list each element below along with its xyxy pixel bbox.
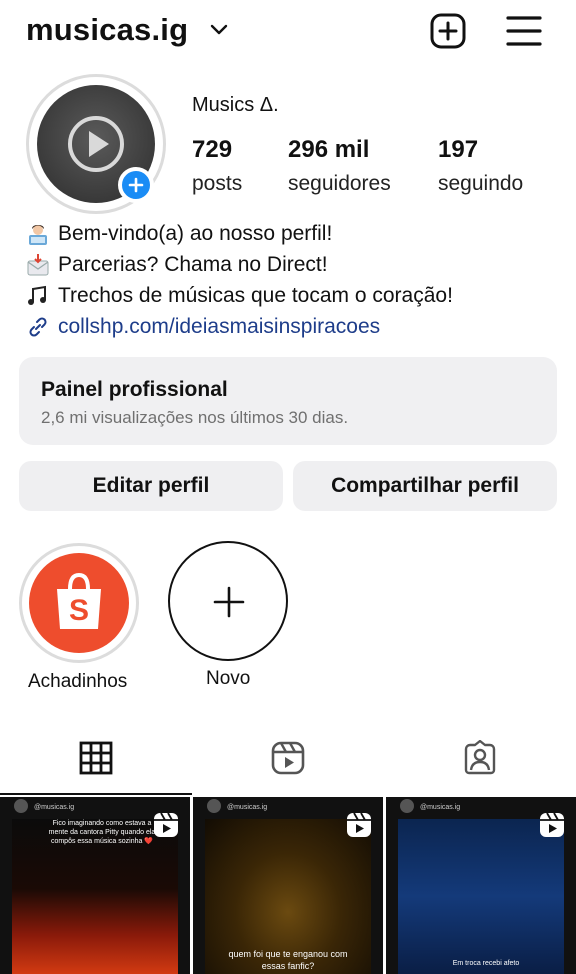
add-story-button[interactable] — [118, 167, 154, 203]
grid-post[interactable]: @musicas.ig Fico imaginando como estava … — [0, 797, 190, 974]
plus-icon — [213, 586, 245, 618]
highlight-label: Achadinhos — [28, 671, 128, 692]
post-caption: Em troca recebi afeto — [452, 960, 520, 967]
account-switcher-username[interactable]: musicas.ig — [26, 12, 188, 48]
grid-icon[interactable] — [78, 740, 114, 776]
bio-line: Parcerias? Chama no Direct! — [26, 249, 566, 280]
post-thumbnail — [398, 819, 564, 974]
following-count[interactable]: 197 seguindo — [438, 136, 523, 196]
post-caption: Fico imaginando como estava a mente da c… — [48, 820, 156, 845]
professional-dashboard-card[interactable]: Painel profissional 2,6 mi visualizações… — [19, 357, 557, 445]
bio-line: Bem-vindo(a) ao nosso perfil! — [26, 218, 566, 249]
chevron-down-icon[interactable] — [208, 18, 230, 40]
post-avatar — [400, 799, 414, 813]
music-notes-emoji — [26, 284, 50, 308]
followers-count-label: seguidores — [288, 172, 391, 195]
person-at-laptop-emoji — [26, 222, 50, 246]
reels-icon — [154, 812, 178, 837]
highlight-achadinhos[interactable]: S — [29, 553, 129, 653]
edit-profile-button[interactable]: Editar perfil — [19, 461, 283, 511]
dashboard-subtitle: 2,6 mi visualizações nos últimos 30 dias… — [41, 408, 349, 427]
plus-icon — [128, 177, 144, 193]
following-count-value: 197 — [438, 136, 479, 163]
active-tab-indicator — [0, 793, 192, 795]
bio-link-text[interactable]: collshp.com/ideiasmaisinspiracoes — [58, 311, 380, 342]
post-avatar — [207, 799, 221, 813]
bio-text: Parcerias? Chama no Direct! — [58, 253, 328, 276]
grid-post[interactable]: @musicas.ig quem foi que te enganou com … — [193, 797, 383, 974]
post-handle: @musicas.ig — [34, 804, 75, 811]
bio: Bem-vindo(a) ao nosso perfil! Parcerias?… — [26, 218, 566, 342]
inbox-envelope-emoji — [26, 253, 50, 277]
reels-icon — [347, 812, 371, 837]
followers-count[interactable]: 296 mil seguidores — [288, 136, 391, 196]
highlight-label: Novo — [206, 668, 251, 689]
hamburger-menu-icon[interactable] — [505, 13, 543, 49]
display-name: Musics Δ. — [192, 94, 279, 116]
new-highlight-button[interactable] — [168, 541, 288, 661]
play-icon — [68, 116, 124, 172]
tagged-person-icon[interactable] — [462, 740, 498, 776]
bio-text: Bem-vindo(a) ao nosso perfil! — [58, 222, 333, 245]
dashboard-title: Painel profissional — [41, 378, 228, 401]
bio-text: Trechos de músicas que tocam o coração! — [58, 284, 453, 307]
bio-line: Trechos de músicas que tocam o coração! — [26, 280, 566, 311]
top-bar: musicas.ig — [0, 0, 576, 62]
post-handle: @musicas.ig — [420, 804, 461, 811]
grid-post[interactable]: @musicas.ig Em troca recebi afeto — [386, 797, 576, 974]
post-handle: @musicas.ig — [227, 804, 268, 811]
reels-icon — [540, 812, 564, 837]
plus-square-icon[interactable] — [429, 12, 467, 50]
bio-link[interactable]: collshp.com/ideiasmaisinspiracoes — [26, 311, 566, 342]
posts-count-value: 729 — [192, 136, 233, 163]
share-profile-button[interactable]: Compartilhar perfil — [293, 461, 557, 511]
post-caption: quem foi que te enganou com essas fanfic… — [228, 949, 348, 971]
svg-text:S: S — [69, 594, 89, 627]
posts-count-label: posts — [192, 172, 243, 195]
post-avatar — [14, 799, 28, 813]
followers-count-value: 296 mil — [288, 136, 370, 163]
following-count-label: seguindo — [438, 172, 524, 195]
reels-icon[interactable] — [270, 740, 306, 776]
shopping-bag-icon: S — [57, 572, 101, 629]
posts-count[interactable]: 729 posts — [192, 136, 242, 196]
link-icon — [26, 315, 50, 339]
